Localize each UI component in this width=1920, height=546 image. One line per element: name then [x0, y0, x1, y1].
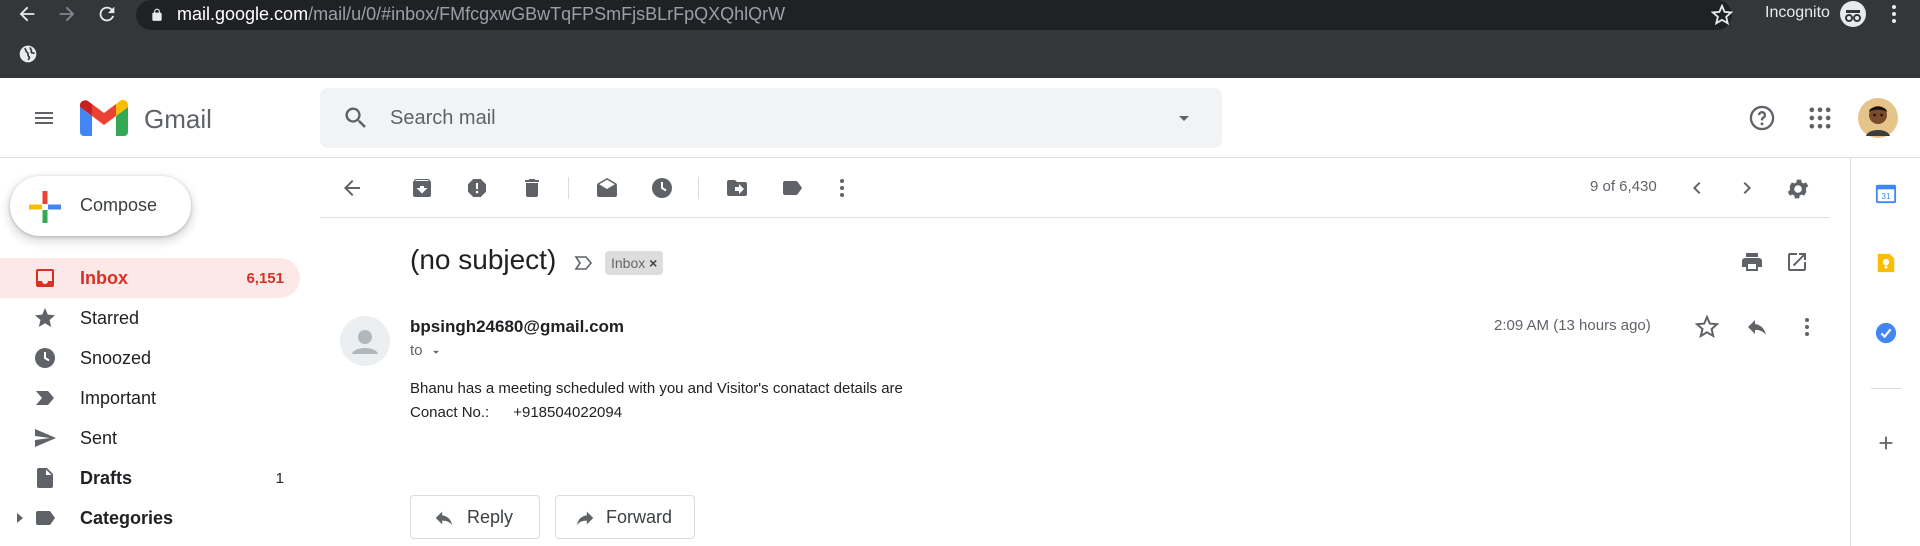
report-spam-icon[interactable]	[465, 176, 489, 200]
lock-icon	[152, 8, 162, 21]
draft-icon	[37, 468, 53, 488]
sidebar-item-label: Important	[80, 388, 157, 408]
forward-icon[interactable]	[56, 3, 78, 25]
toolbar-divider	[568, 177, 569, 199]
label-as-icon[interactable]	[780, 176, 804, 200]
sidebar-item-starred[interactable]: Starred	[0, 298, 300, 338]
show-details-dropdown-icon[interactable]	[429, 345, 443, 359]
forward-button[interactable]: Forward	[555, 495, 695, 539]
snooze-icon[interactable]	[650, 176, 674, 200]
svg-text:31: 31	[1881, 192, 1891, 201]
expand-arrow-icon[interactable]	[14, 512, 26, 524]
forward-label: Forward	[606, 507, 673, 527]
add-addon-icon[interactable]	[1875, 432, 1897, 454]
bookmark-star-icon[interactable]	[1711, 4, 1733, 26]
message-more-icon[interactable]	[1795, 315, 1819, 339]
calendar-icon[interactable]: 31	[1875, 182, 1897, 204]
tasks-icon[interactable]	[1875, 322, 1897, 344]
message-time: 2:09 AM (13 hours ago)	[1494, 317, 1651, 334]
email-subject: (no subject)	[410, 244, 557, 275]
open-in-new-window-icon[interactable]	[1785, 250, 1809, 274]
search-options-dropdown-icon[interactable]	[1172, 106, 1196, 130]
label-icon	[36, 511, 55, 525]
toolbar-divider	[698, 177, 699, 199]
sidebar-item-label: Drafts	[80, 468, 133, 488]
star-icon	[35, 308, 55, 327]
sidebar-item-sent[interactable]: Sent	[0, 418, 300, 458]
gmail-logo-icon[interactable]	[80, 100, 128, 136]
search-icon[interactable]	[342, 104, 370, 132]
globe-icon[interactable]	[18, 44, 38, 64]
sidebar-item-label: Starred	[80, 308, 140, 328]
search-bar[interactable]	[320, 88, 1222, 148]
recipient-label[interactable]: to	[410, 342, 423, 359]
sidebar-item-drafts[interactable]: Drafts 1	[0, 458, 300, 498]
older-chevron-right-icon[interactable]	[1735, 176, 1759, 200]
reload-icon[interactable]	[96, 3, 118, 25]
sidebar-item-categories[interactable]: Categories	[0, 498, 300, 538]
gmail-header: Gmail	[0, 78, 1920, 158]
inbox-icon	[36, 269, 54, 287]
side-panel: 31	[1850, 158, 1920, 546]
message-body: Bhanu has a meeting scheduled with you a…	[410, 377, 903, 425]
more-actions-icon[interactable]	[830, 176, 854, 200]
reply-label: Reply	[467, 507, 514, 527]
sidebar-item-important[interactable]: Important	[0, 378, 300, 418]
url-text: mail.google.com/mail/u/0/#inbox/FMfcgxwG…	[177, 4, 786, 24]
sender-avatar	[340, 316, 390, 366]
pagination-info: 9 of 6,430	[1590, 178, 1657, 195]
apps-grid-icon[interactable]	[1806, 104, 1834, 132]
delete-icon[interactable]	[520, 176, 544, 200]
side-panel-divider	[1871, 388, 1901, 389]
archive-icon[interactable]	[410, 176, 434, 200]
back-icon[interactable]	[16, 3, 38, 25]
remove-label-icon[interactable]: ×	[649, 255, 657, 271]
newer-chevron-left-icon[interactable]	[1685, 176, 1709, 200]
compose-plus-icon	[29, 191, 61, 223]
sidebar: Compose Inbox 6,151 Starred Snoozed Impo…	[0, 158, 310, 546]
body-contact-line: Conact No.: +918504022094	[410, 404, 623, 421]
inbox-label-chip: Inbox ×	[605, 251, 664, 275]
body-line: Bhanu has a meeting scheduled with you a…	[410, 380, 903, 397]
sidebar-item-inbox[interactable]: Inbox 6,151	[0, 258, 300, 298]
sidebar-item-count: 6,151	[246, 270, 284, 287]
compose-label: Compose	[80, 195, 158, 215]
sidebar-item-label: Snoozed	[80, 348, 152, 368]
move-to-icon[interactable]	[725, 176, 749, 200]
browser-menu-icon[interactable]	[1882, 2, 1906, 26]
star-message-icon[interactable]	[1695, 315, 1719, 339]
forward-arrow-icon	[576, 511, 594, 526]
main-menu-icon[interactable]	[32, 106, 56, 130]
person-icon	[352, 330, 378, 354]
reply-arrow-icon	[435, 511, 453, 526]
app-name: Gmail	[144, 104, 212, 134]
reply-button[interactable]: Reply	[410, 495, 540, 539]
importance-marker-icon[interactable]	[572, 251, 596, 275]
message-view: 9 of 6,430 (no subject) Inbox × bpsingh2…	[320, 158, 1830, 546]
sidebar-item-count: 1	[275, 470, 284, 487]
avatar[interactable]	[1858, 98, 1898, 138]
contact-number: +918504022094	[513, 404, 623, 421]
message-toolbar: 9 of 6,430	[320, 158, 1830, 218]
send-icon	[35, 429, 56, 447]
sidebar-item-snoozed[interactable]: Snoozed	[0, 338, 300, 378]
print-icon[interactable]	[1740, 250, 1764, 274]
important-icon	[36, 391, 54, 405]
clock-icon	[35, 348, 55, 368]
compose-button[interactable]: Compose	[10, 176, 191, 236]
browser-chrome: mail.google.com/mail/u/0/#inbox/FMfcgxwG…	[0, 0, 1920, 78]
sidebar-item-label: Inbox	[80, 268, 128, 288]
search-input[interactable]	[390, 103, 1150, 133]
incognito-icon[interactable]	[1840, 1, 1866, 27]
sidebar-item-label: Sent	[80, 428, 118, 448]
keep-icon[interactable]	[1875, 252, 1897, 274]
incognito-label: Incognito	[1765, 4, 1830, 21]
reply-icon[interactable]	[1745, 315, 1769, 339]
sidebar-item-label: Categories	[80, 508, 174, 528]
help-icon[interactable]	[1748, 104, 1776, 132]
back-to-inbox-icon[interactable]	[340, 176, 364, 200]
sender-email[interactable]: bpsingh24680@gmail.com	[410, 317, 624, 337]
mark-unread-icon[interactable]	[595, 176, 619, 200]
settings-gear-icon[interactable]	[1785, 176, 1811, 202]
